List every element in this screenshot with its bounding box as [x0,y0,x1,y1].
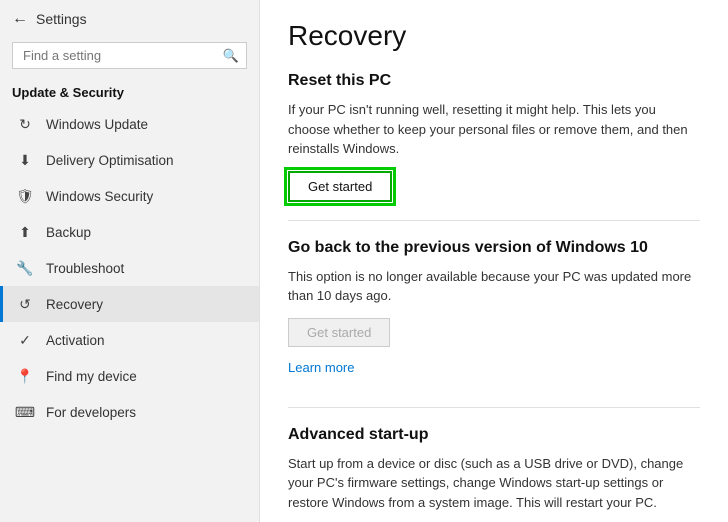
search-icon: 🔍 [223,48,239,64]
sidebar-item-label-find-my-device: Find my device [46,369,137,384]
sidebar-item-label-troubleshoot: Troubleshoot [46,261,124,276]
sidebar-section-title: Update & Security [0,77,259,106]
sidebar-item-find-my-device[interactable]: 📍 Find my device [0,358,259,394]
sidebar-item-backup[interactable]: ⬆ Backup [0,214,259,250]
divider-2 [288,407,700,408]
sidebar-item-activation[interactable]: ✓ Activation [0,322,259,358]
go-back-section: Go back to the previous version of Windo… [288,239,700,347]
sidebar-item-label-backup: Backup [46,225,91,240]
sidebar-item-label-activation: Activation [46,333,105,348]
reset-pc-description: If your PC isn't running well, resetting… [288,100,700,159]
sidebar-item-for-developers[interactable]: ⌨ For developers [0,394,259,430]
sidebar-app-title: Settings [36,11,87,27]
reset-pc-title: Reset this PC [288,72,700,90]
sidebar-item-label-windows-update: Windows Update [46,117,148,132]
search-input[interactable] [12,42,247,69]
sidebar-item-label-recovery: Recovery [46,297,103,312]
sidebar-item-label-for-developers: For developers [46,405,136,420]
back-button[interactable]: ← [12,10,28,28]
sidebar-item-label-delivery-optimisation: Delivery Optimisation [46,153,174,168]
backup-icon: ⬆ [16,223,34,241]
sidebar-item-windows-update[interactable]: ↻ Windows Update [0,106,259,142]
sidebar-item-delivery-optimisation[interactable]: ⬇ Delivery Optimisation [0,142,259,178]
windows-security-icon: 🛡 [16,187,34,205]
troubleshoot-icon: 🔧 [16,259,34,277]
main-content: Recovery Reset this PC If your PC isn't … [260,0,728,522]
windows-update-icon: ↻ [16,115,34,133]
page-title: Recovery [288,20,700,52]
advanced-startup-title: Advanced start-up [288,426,700,444]
go-back-description: This option is no longer available becau… [288,267,700,306]
delivery-optimisation-icon: ⬇ [16,151,34,169]
sidebar-item-troubleshoot[interactable]: 🔧 Troubleshoot [0,250,259,286]
advanced-startup-section: Advanced start-up Start up from a device… [288,426,700,522]
for-developers-icon: ⌨ [16,403,34,421]
sidebar-item-windows-security[interactable]: 🛡 Windows Security [0,178,259,214]
activation-icon: ✓ [16,331,34,349]
sidebar-item-label-windows-security: Windows Security [46,189,153,204]
sidebar-item-recovery[interactable]: ↺ Recovery [0,286,259,322]
search-container: 🔍 [12,42,247,69]
go-back-get-started-button: Get started [288,318,390,347]
learn-more-link[interactable]: Learn more [288,360,354,375]
reset-pc-get-started-button[interactable]: Get started [288,171,392,202]
recovery-icon: ↺ [16,295,34,313]
divider-1 [288,220,700,221]
sidebar-header: ← Settings [0,0,259,38]
advanced-startup-description: Start up from a device or disc (such as … [288,454,700,513]
find-my-device-icon: 📍 [16,367,34,385]
sidebar: ← Settings 🔍 Update & Security ↻ Windows… [0,0,260,522]
reset-pc-section: Reset this PC If your PC isn't running w… [288,72,700,202]
go-back-title: Go back to the previous version of Windo… [288,239,700,257]
